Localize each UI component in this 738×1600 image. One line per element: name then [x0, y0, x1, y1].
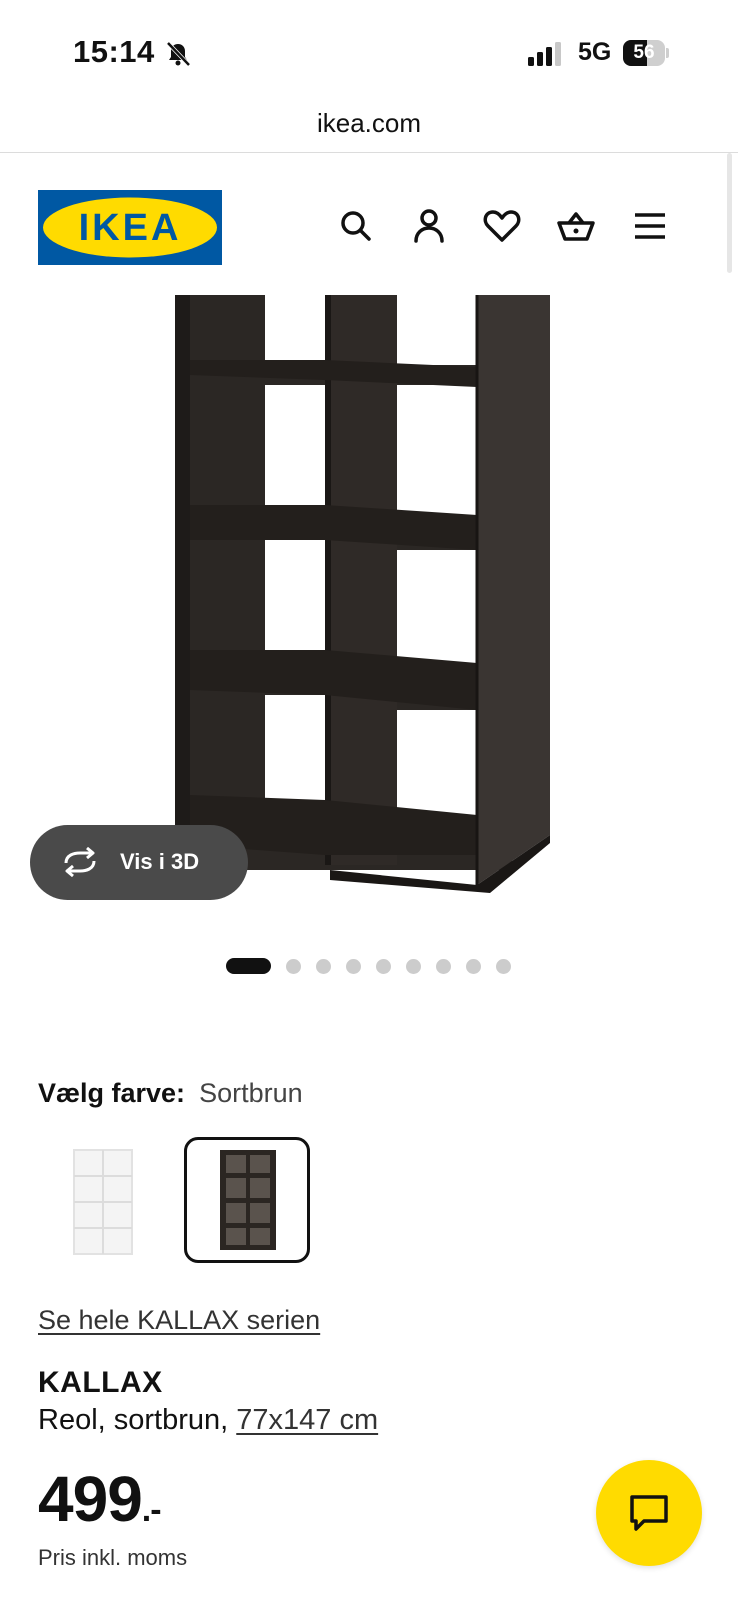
price-note: Pris inkl. moms [38, 1545, 188, 1570]
network-type: 5G [578, 38, 612, 66]
rotate-3d-icon [64, 847, 96, 877]
carousel-dot[interactable] [376, 958, 391, 974]
bell-muted-icon [166, 41, 191, 67]
carousel-pagination[interactable] [226, 958, 526, 974]
product-name: KALLAX [38, 1366, 163, 1399]
chat-icon [630, 1495, 668, 1531]
color-swatch-black-brown[interactable] [184, 1137, 310, 1263]
color-label: Vælg farve: Sortbrun [38, 1078, 303, 1109]
carousel-dot[interactable] [466, 958, 481, 974]
heart-icon[interactable] [482, 206, 522, 246]
menu-icon[interactable] [630, 206, 670, 246]
view-3d-button[interactable]: Vis i 3D [30, 825, 248, 900]
product-size-link[interactable]: 77x147 cm [236, 1404, 378, 1436]
product-description: Reol, sortbrun, 77x147 cm [38, 1404, 378, 1437]
scrollbar[interactable] [727, 153, 732, 273]
logo-text: IKEA [79, 207, 182, 249]
carousel-dot[interactable] [406, 958, 421, 974]
carousel-dot[interactable] [286, 958, 301, 974]
battery-level: 56 [633, 42, 655, 63]
price-suffix: .- [141, 1491, 162, 1529]
carousel-dot[interactable] [436, 958, 451, 974]
address-bar[interactable]: ikea.com [0, 108, 738, 139]
carousel-dot[interactable] [226, 958, 271, 974]
color-swatch-white[interactable] [38, 1137, 164, 1263]
view-3d-label: Vis i 3D [120, 849, 200, 874]
chat-button[interactable] [596, 1460, 702, 1566]
search-icon[interactable] [336, 206, 376, 246]
product-type: Reol, sortbrun, [38, 1404, 229, 1436]
divider [0, 152, 738, 153]
carousel-dot[interactable] [346, 958, 361, 974]
account-icon[interactable] [409, 206, 449, 246]
series-link[interactable]: Se hele KALLAX serien [38, 1305, 320, 1336]
price-value: 499 [38, 1463, 143, 1535]
basket-icon[interactable] [556, 206, 596, 246]
carousel-dot[interactable] [496, 958, 511, 974]
color-selected-value: Sortbrun [199, 1078, 303, 1108]
carousel-dot[interactable] [316, 958, 331, 974]
color-label-title: Vælg farve: [38, 1078, 186, 1108]
battery-icon: 56 [623, 40, 669, 66]
status-time: 15:14 [73, 34, 155, 69]
ikea-logo[interactable]: IKEA [38, 190, 222, 265]
product-price: 499.- [38, 1467, 162, 1531]
signal-icon [528, 42, 561, 66]
